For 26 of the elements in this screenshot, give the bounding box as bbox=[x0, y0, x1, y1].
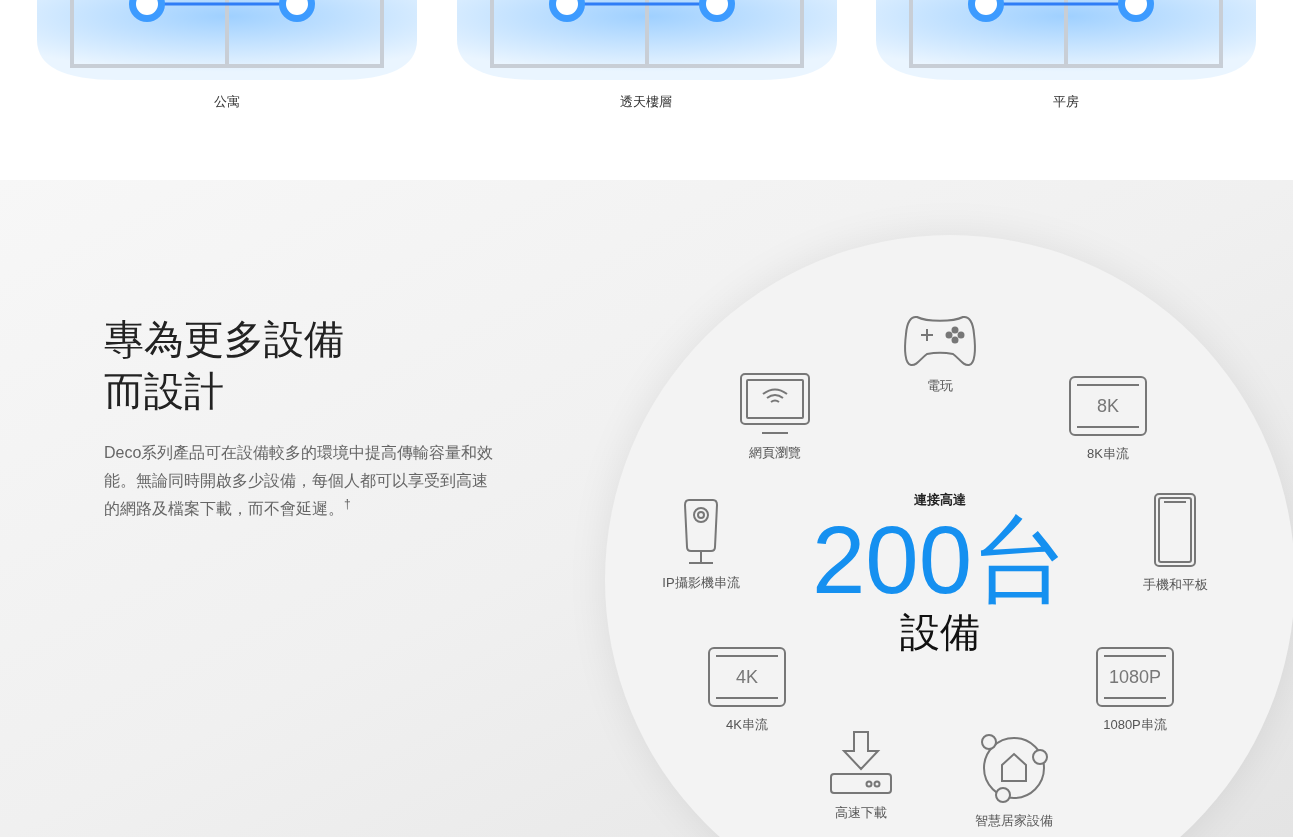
center-caption: 連接高達 bbox=[914, 491, 966, 509]
home-type-caption: 平房 bbox=[1052, 93, 1079, 111]
device-label: 手機和平板 bbox=[1142, 576, 1208, 594]
device-label: 高速下載 bbox=[835, 804, 887, 822]
device-label: 智慧居家設備 bbox=[975, 812, 1053, 830]
home-type-caption: 透天樓層 bbox=[620, 93, 673, 111]
device-unit: 設備 bbox=[900, 608, 980, 656]
section-heading: 專為更多設備 而設計 bbox=[104, 316, 345, 415]
device-label: 電玩 bbox=[927, 377, 953, 395]
device-label: IP攝影機串流 bbox=[662, 574, 740, 592]
resolution-label: 8K bbox=[1097, 397, 1119, 415]
download-icon bbox=[830, 731, 892, 795]
resolution-label: 4K bbox=[736, 668, 758, 686]
resolution-label: 1080P bbox=[1108, 668, 1162, 686]
camera-icon bbox=[683, 497, 719, 565]
device-label: 8K串流 bbox=[1087, 445, 1129, 463]
home-type-caption: 公寓 bbox=[214, 93, 241, 111]
device-label: 網頁瀏覽 bbox=[749, 444, 801, 462]
section-description: Deco系列產品可在設備較多的環境中提高傳輸容量和效能。無論同時開啟多少設備，每個人都可以享受到高速的網路及檔案下載，而不會延遲。$^{†}$ bbox=[104, 443, 494, 519]
device-count: 200台 bbox=[811, 511, 1069, 608]
device-label: 4K串流 bbox=[726, 716, 768, 734]
phone-icon bbox=[1154, 493, 1196, 567]
device-label: 1080P串流 bbox=[1103, 716, 1167, 734]
monitor-wifi-icon bbox=[740, 373, 810, 435]
smart-home-icon bbox=[978, 733, 1050, 803]
gamepad-icon bbox=[903, 314, 977, 368]
